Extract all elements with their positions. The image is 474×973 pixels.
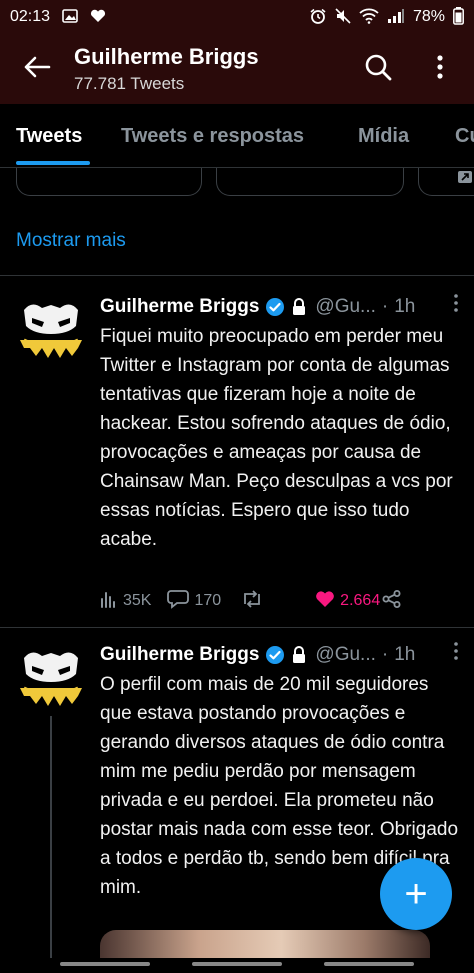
- carousel-card[interactable]: [16, 168, 202, 196]
- author-name[interactable]: Guilherme Briggs: [100, 644, 259, 666]
- reply-button[interactable]: 170: [167, 589, 221, 614]
- signal-icon: [387, 8, 405, 27]
- show-more-link[interactable]: Mostrar mais: [16, 230, 126, 252]
- nav-recents-handle[interactable]: [324, 962, 414, 966]
- views-button[interactable]: 35K: [100, 590, 151, 613]
- retweet-button[interactable]: [241, 589, 263, 613]
- external-link-icon: [457, 170, 473, 189]
- reply-count: 170: [194, 592, 222, 609]
- like-button[interactable]: 2.664: [315, 590, 380, 613]
- share-button[interactable]: [382, 589, 402, 613]
- separator: ·: [381, 644, 389, 665]
- share-icon: [382, 589, 402, 613]
- verified-badge-icon: [265, 645, 285, 665]
- heart-icon: [90, 9, 106, 26]
- author-handle: @Gu...: [315, 296, 376, 317]
- plus-icon: +: [404, 872, 428, 916]
- mute-icon: [335, 7, 351, 27]
- active-tab-indicator: [16, 161, 90, 165]
- alarm-icon: [309, 8, 327, 27]
- status-time: 02:13: [10, 8, 51, 25]
- verified-badge-icon: [265, 297, 285, 317]
- tweet-count: 77.781 Tweets: [74, 74, 185, 93]
- tab-tweets[interactable]: Tweets: [16, 104, 82, 167]
- tweet-header: Guilherme Briggs @Gu... · 1h: [100, 292, 460, 322]
- search-button[interactable]: [354, 34, 402, 104]
- tweet-actions: 35K 170 2.664: [100, 586, 460, 616]
- back-button[interactable]: [0, 34, 74, 104]
- avatar[interactable]: [18, 296, 84, 362]
- lock-icon: [291, 298, 307, 316]
- tweet-more-button[interactable]: [454, 294, 458, 317]
- author-handle: @Gu...: [315, 644, 376, 665]
- more-vertical-icon: [454, 642, 458, 664]
- tweet-timestamp[interactable]: 1h: [394, 644, 415, 666]
- profile-tabs: Tweets Tweets e respostas Mídia Cu: [0, 104, 474, 168]
- battery-icon: [453, 6, 464, 28]
- status-bar: 02:13 78%: [0, 0, 474, 34]
- nav-home-handle[interactable]: [192, 962, 282, 966]
- carousel-card[interactable]: [216, 168, 404, 196]
- tab-media[interactable]: Mídia: [358, 104, 409, 167]
- lock-icon: [291, 646, 307, 664]
- reply-icon: [167, 589, 190, 614]
- tweet-timestamp[interactable]: 1h: [394, 296, 415, 318]
- carousel-card[interactable]: [418, 168, 474, 196]
- tweet-header: Guilherme Briggs @Gu... · 1h: [100, 640, 460, 670]
- analytics-icon: [100, 590, 118, 613]
- avatar[interactable]: [18, 644, 84, 710]
- wifi-icon: [359, 8, 379, 27]
- tweet-more-button[interactable]: [454, 642, 458, 665]
- separator: ·: [381, 296, 389, 317]
- search-icon: [364, 53, 392, 86]
- nav-back-handle[interactable]: [60, 962, 150, 966]
- more-vertical-icon: [437, 54, 443, 84]
- profile-header: Guilherme Briggs 77.781 Tweets: [0, 34, 474, 104]
- heart-filled-icon: [315, 590, 335, 613]
- tweet[interactable]: Guilherme Briggs @Gu... · 1h Fiquei muit…: [0, 276, 474, 626]
- retweet-icon: [241, 589, 263, 613]
- image-icon: [62, 8, 78, 26]
- tab-likes[interactable]: Cu: [455, 104, 474, 167]
- like-count: 2.664: [340, 592, 381, 609]
- author-name[interactable]: Guilherme Briggs: [100, 296, 259, 318]
- tweet-text: Fiquei muito preocupado em perder meu Tw…: [100, 326, 453, 550]
- battery-level: 78%: [412, 8, 445, 25]
- tab-tweets-and-replies[interactable]: Tweets e respostas: [121, 104, 304, 167]
- more-vertical-icon: [454, 294, 458, 316]
- arrow-left-icon: [23, 55, 51, 84]
- compose-tweet-button[interactable]: +: [380, 858, 452, 930]
- profile-name: Guilherme Briggs: [74, 44, 259, 69]
- overflow-menu-button[interactable]: [416, 34, 464, 104]
- thread-connector: [50, 716, 52, 958]
- views-count: 35K: [123, 592, 152, 609]
